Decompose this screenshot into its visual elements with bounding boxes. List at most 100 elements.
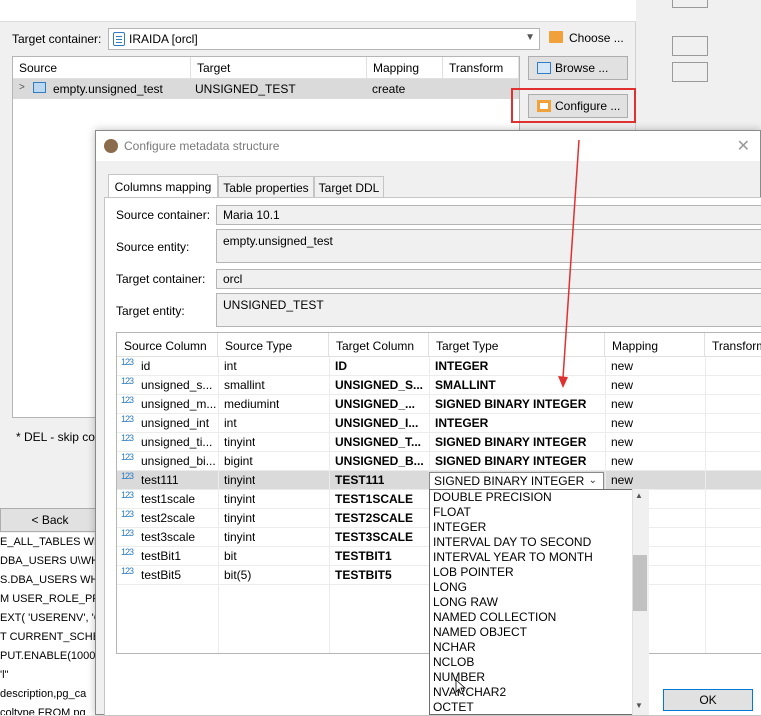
table-row[interactable]: 123 unsigned_bi... bigint UNSIGNED_B... SIGN…: [117, 452, 761, 471]
dropdown-option[interactable]: FLOAT: [430, 505, 648, 520]
cell-mapping: new: [611, 378, 634, 392]
dropdown-option[interactable]: INTEGER: [430, 520, 648, 535]
target-type-dropdown[interactable]: DOUBLE PRECISION FLOAT INTEGER INTERVAL DAY…: [429, 489, 649, 715]
cell-target-column: UNSIGNED_...: [335, 397, 416, 411]
cell-source-type: tinyint: [224, 435, 256, 449]
numeric-type-icon: 123: [121, 414, 134, 424]
numeric-type-icon: 123: [121, 566, 134, 576]
column-divider: [218, 357, 219, 653]
dropdown-option[interactable]: OCTET: [430, 700, 648, 714]
dialog-title: Configure metadata structure: [124, 139, 280, 153]
row-mapping: create: [372, 82, 406, 96]
dropdown-option[interactable]: INTERVAL YEAR TO MONTH: [430, 550, 648, 565]
table-row[interactable]: 123 unsigned_ti... tinyint UNSIGNED_T... SIG…: [117, 433, 761, 452]
column-header-transform[interactable]: Transform: [705, 333, 761, 357]
numeric-type-icon: 123: [121, 376, 134, 386]
cell-source-column: test2scale: [141, 511, 196, 525]
cell-target-column: UNSIGNED_T...: [335, 435, 422, 449]
scroll-up-icon[interactable]: ▲: [635, 491, 643, 500]
table-row[interactable]: 123 unsigned_m... mediumint UNSIGNED_... SIG…: [117, 395, 761, 414]
folder-icon: [549, 31, 563, 43]
cell-source-column: unsigned_s...: [141, 378, 213, 392]
column-header-transform[interactable]: Transform: [443, 57, 519, 79]
target-container-combo[interactable]: IRAIDA [orcl] ▼: [108, 28, 540, 50]
cell-target-type: SIGNED BINARY INTEGER: [435, 454, 587, 468]
dropdown-option[interactable]: NAMED OBJECT: [430, 625, 648, 640]
target-type-select[interactable]: SIGNED BINARY INTEGER ⌄: [429, 472, 604, 490]
column-header-source[interactable]: Source: [13, 57, 191, 79]
cell-mapping: new: [611, 454, 634, 468]
table-row[interactable]: 123 unsigned_int int UNSIGNED_I... INTEGER ne…: [117, 414, 761, 433]
column-header-source-column[interactable]: Source Column: [117, 333, 218, 357]
column-header-target-type[interactable]: Target Type: [429, 333, 605, 357]
console-line: M USER_ROLE_PRIV: [0, 593, 100, 605]
cell-source-column: id: [141, 359, 151, 373]
column-header-target-column[interactable]: Target Column: [329, 333, 429, 357]
dropdown-option[interactable]: NAMED COLLECTION: [430, 610, 648, 625]
background-title-bar: [0, 0, 636, 22]
dropdown-option[interactable]: LONG RAW: [430, 595, 648, 610]
cell-source-column: test1scale: [141, 492, 196, 506]
close-icon[interactable]: ✕: [737, 136, 750, 156]
column-header-target[interactable]: Target: [191, 57, 367, 79]
chevron-down-icon: ▼: [525, 32, 535, 43]
dropdown-option[interactable]: NUMBER: [430, 670, 648, 685]
dropdown-scroll-thumb[interactable]: [633, 555, 647, 611]
target-entity-field[interactable]: UNSIGNED_TEST: [216, 293, 761, 327]
scroll-down-icon[interactable]: ▼: [635, 701, 643, 710]
cell-target-column: TEST3SCALE: [335, 530, 414, 544]
numeric-type-icon: 123: [121, 490, 134, 500]
choose-button-label: Choose ...: [569, 31, 624, 45]
expand-arrow-icon[interactable]: >: [19, 82, 25, 93]
numeric-type-icon: 123: [121, 547, 134, 557]
console-line: DBA_USERS U\WH: [0, 555, 100, 567]
dropdown-option[interactable]: NCHAR: [430, 640, 648, 655]
console-line: E_ALL_TABLES WH: [0, 536, 100, 548]
choose-button[interactable]: Choose ...: [543, 26, 633, 50]
sql-console: E_ALL_TABLES WH DBA_USERS U\WH S.DBA_USE…: [0, 533, 100, 715]
cell-mapping: new: [611, 359, 634, 373]
ghost-field: [672, 36, 708, 56]
back-button[interactable]: < Back: [0, 508, 100, 532]
browse-icon: [537, 62, 551, 74]
cell-source-type: tinyint: [224, 492, 256, 506]
tab-table-properties[interactable]: Table properties: [218, 176, 314, 198]
cell-target-column: TESTBIT5: [335, 568, 392, 582]
column-header-mapping[interactable]: Mapping: [367, 57, 443, 79]
configure-metadata-dialog: Configure metadata structure ✕ Columns m…: [95, 130, 761, 716]
column-header-mapping[interactable]: Mapping: [605, 333, 705, 357]
numeric-type-icon: 123: [121, 395, 134, 405]
target-container-field[interactable]: orcl: [216, 269, 761, 289]
source-container-field[interactable]: Maria 10.1: [216, 205, 761, 225]
tab-target-ddl[interactable]: Target DDL: [314, 176, 384, 198]
dropdown-option[interactable]: LOB POINTER: [430, 565, 648, 580]
source-entity-field[interactable]: empty.unsigned_test: [216, 229, 761, 263]
numeric-type-icon: 123: [121, 357, 134, 367]
table-row[interactable]: > empty.unsigned_test UNSIGNED_TEST crea…: [13, 79, 519, 99]
console-line: coltype FROM pg_: [0, 707, 92, 715]
cell-source-type: int: [224, 416, 237, 430]
chevron-down-icon: ⌄: [588, 475, 597, 486]
ok-button[interactable]: OK: [663, 689, 753, 711]
column-header-source-type[interactable]: Source Type: [218, 333, 329, 357]
console-line: S.DBA_USERS WH: [0, 574, 99, 586]
tab-columns-mapping[interactable]: Columns mapping: [108, 174, 218, 198]
dropdown-option[interactable]: NVARCHAR2: [430, 685, 648, 700]
target-container-label: Target container:: [12, 32, 102, 46]
dropdown-option[interactable]: NCLOB: [430, 655, 648, 670]
numeric-type-icon: 123: [121, 452, 134, 462]
highlight-box: [511, 88, 636, 123]
cell-source-column: test111: [141, 473, 179, 487]
dropdown-option[interactable]: LONG: [430, 580, 648, 595]
cell-mapping: new: [611, 397, 634, 411]
cell-source-type: bigint: [224, 454, 253, 468]
dropdown-option[interactable]: INTERVAL DAY TO SECOND: [430, 535, 648, 550]
table-row[interactable]: 123 unsigned_s... smallint UNSIGNED_S... SMA…: [117, 376, 761, 395]
cell-mapping: new: [611, 416, 634, 430]
cell-source-type: tinyint: [224, 511, 256, 525]
column-divider: [705, 357, 706, 653]
browse-button[interactable]: Browse ...: [528, 56, 628, 80]
dropdown-option[interactable]: DOUBLE PRECISION: [430, 490, 648, 505]
ghost-field: [672, 0, 708, 8]
table-row[interactable]: 123 id int ID INTEGER new: [117, 357, 761, 376]
